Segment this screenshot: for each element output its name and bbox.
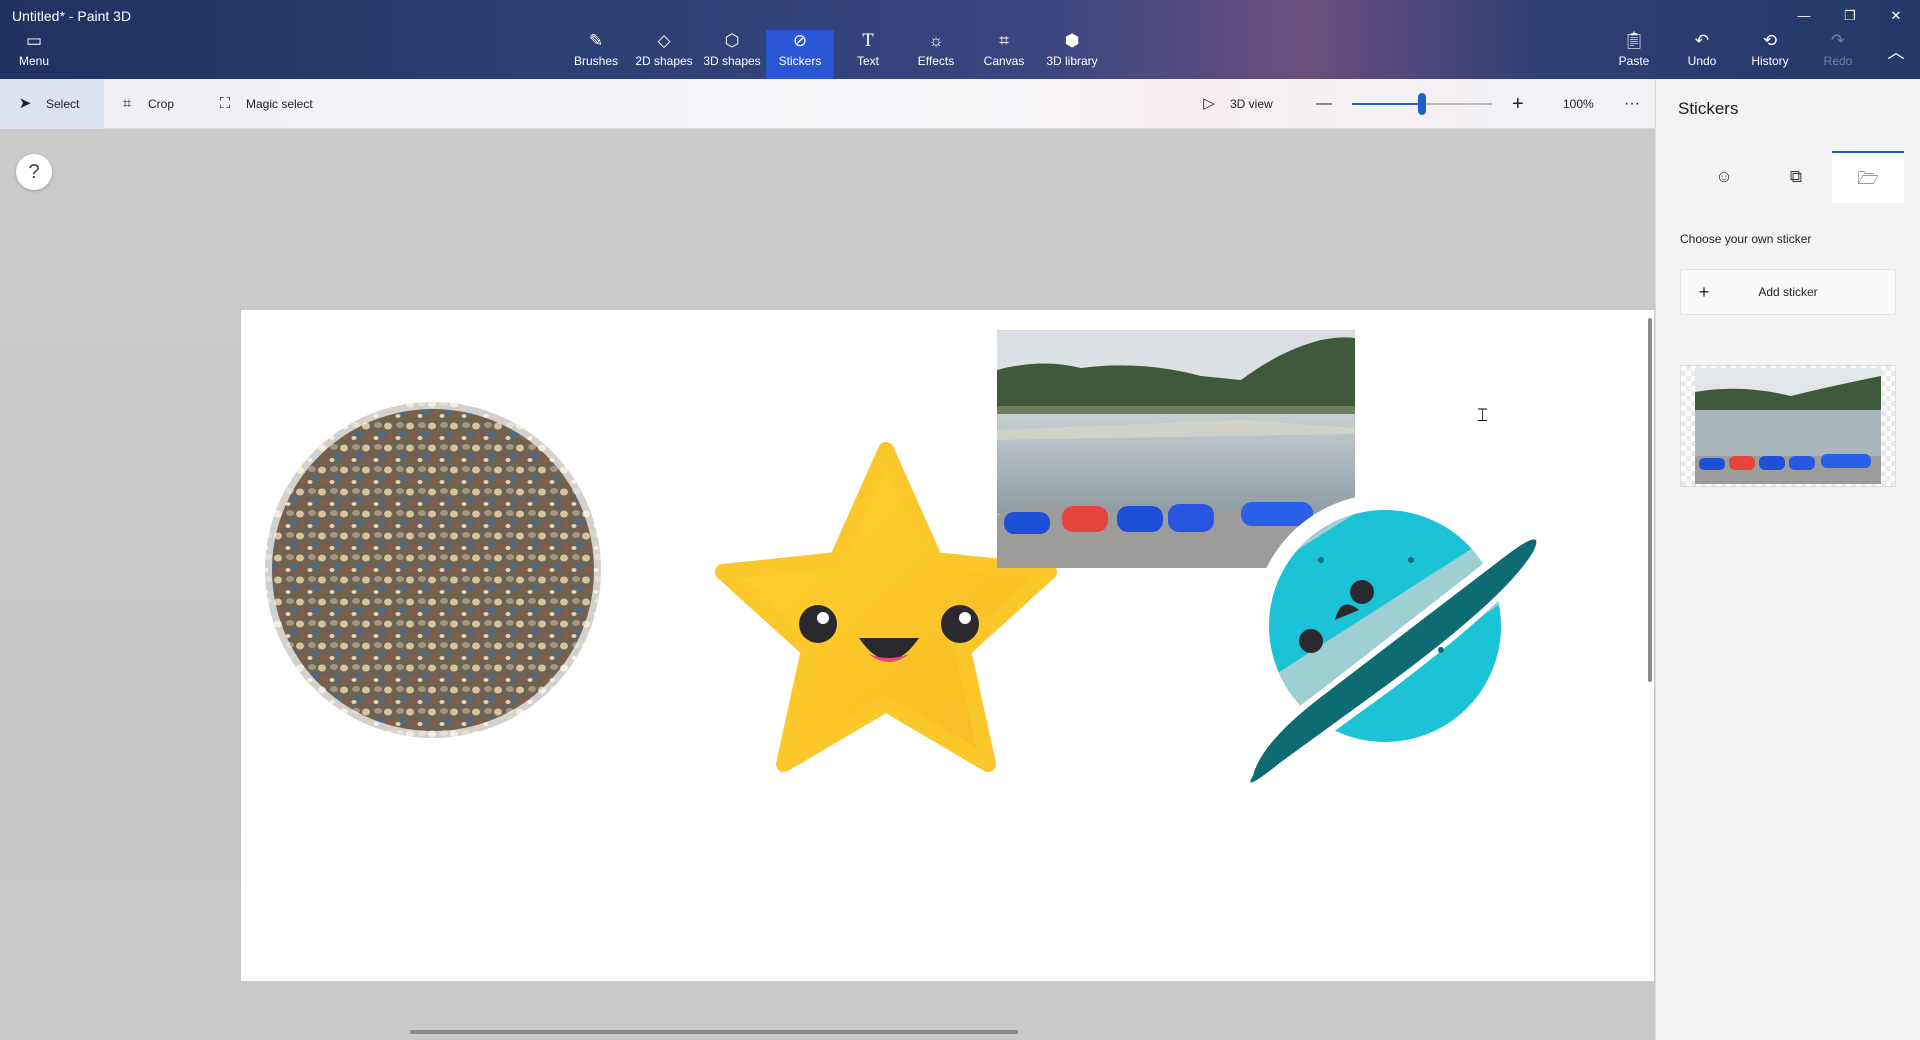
tool-3d-library[interactable]: ⬢ 3D library xyxy=(1042,30,1102,79)
tool-effects[interactable]: ☼ Effects xyxy=(908,30,964,79)
tool-brushes[interactable]: ✎ Brushes xyxy=(568,30,624,79)
3d-view-icon: ▷ xyxy=(1203,95,1215,112)
tool-2d-shapes[interactable]: ◇ 2D shapes xyxy=(634,30,694,79)
collapse-toolbar-button[interactable]: ︿ xyxy=(1880,30,1912,79)
canvas-content xyxy=(250,330,1546,793)
zoom-slider[interactable] xyxy=(1352,93,1492,115)
crop-icon: ⌗ xyxy=(122,95,132,112)
pebbles-sticker[interactable] xyxy=(250,387,616,753)
zoom-slider-fill xyxy=(1352,103,1422,105)
restore-button[interactable]: ❐ xyxy=(1832,6,1868,26)
redo-icon: ↷ xyxy=(1830,31,1846,50)
panel-title: Stickers xyxy=(1678,99,1739,118)
sun-icon: ☼ xyxy=(928,31,944,50)
tool-canvas[interactable]: ⌗ Canvas xyxy=(976,30,1032,79)
library-icon: ⬢ xyxy=(1064,31,1080,50)
vertical-scrollbar[interactable] xyxy=(1648,318,1652,682)
tool-stickers[interactable]: ⊘ Stickers xyxy=(766,30,834,79)
crop-tool[interactable]: ⌗ Crop xyxy=(118,79,174,129)
undo-button[interactable]: ↶ Undo xyxy=(1680,30,1724,79)
more-options-button[interactable]: ··· xyxy=(1624,79,1640,129)
close-button[interactable]: ✕ xyxy=(1878,6,1914,26)
2d-shapes-icon: ◇ xyxy=(657,31,671,50)
tool-3d-shapes[interactable]: ⬡ 3D shapes xyxy=(702,30,762,79)
brush-icon: ✎ xyxy=(588,31,604,50)
redo-button[interactable]: ↷ Redo xyxy=(1816,30,1860,79)
folder-icon: ▭ xyxy=(25,31,43,50)
mouse-cursor-icon: ⌶ xyxy=(1477,405,1488,425)
magic-select-icon: ⛶ xyxy=(219,95,231,112)
zoom-out-button[interactable]: — xyxy=(1316,79,1332,129)
add-sticker-button[interactable]: + Add sticker xyxy=(1680,269,1896,315)
cube-icon: ⬡ xyxy=(724,31,740,50)
sticker-icon: ⊘ xyxy=(792,31,808,50)
clipboard-icon: 📋︎ xyxy=(1623,31,1645,50)
texture-icon: ⧉ xyxy=(1789,167,1803,186)
arrow-cursor-icon: ➤ xyxy=(18,95,32,112)
menu-button[interactable]: ▭ Menu xyxy=(10,30,58,79)
zoom-level: 100% xyxy=(1563,97,1594,111)
help-button[interactable]: ? xyxy=(16,154,52,190)
paste-button[interactable]: 📋︎ Paste xyxy=(1612,30,1656,79)
sticker-face-icon: ☺ xyxy=(1715,167,1733,186)
window-title: Untitled* - Paint 3D xyxy=(12,8,132,24)
drawing-canvas[interactable] xyxy=(241,310,1654,981)
canvas-icon: ⌗ xyxy=(999,31,1009,50)
magic-select-tool[interactable]: ⛶ Magic select xyxy=(216,79,313,129)
folder-open-icon: 🗁 xyxy=(1857,169,1879,188)
horizontal-scrollbar[interactable] xyxy=(410,1030,1018,1034)
tab-textures[interactable]: ⧉ xyxy=(1760,151,1832,203)
tool-text[interactable]: T Text xyxy=(842,30,894,79)
history-button[interactable]: ⟲ History xyxy=(1746,30,1794,79)
stickers-panel: Stickers ☺ ⧉ 🗁 Choose your own sticker +… xyxy=(1655,79,1920,1040)
minimize-button[interactable]: — xyxy=(1786,6,1822,26)
text-icon: T xyxy=(862,31,874,51)
tab-stickers[interactable]: ☺ xyxy=(1688,151,1760,203)
title-toolbar-band: Untitled* - Paint 3D — ❐ ✕ ▭ Menu ✎ Brus… xyxy=(0,0,1920,79)
3d-view-toggle[interactable]: ▷ 3D view xyxy=(1200,79,1272,129)
tab-custom-stickers[interactable]: 🗁 xyxy=(1832,151,1904,203)
plus-icon: + xyxy=(1698,281,1710,302)
history-icon: ⟲ xyxy=(1762,31,1778,50)
zoom-in-button[interactable]: + xyxy=(1512,79,1524,129)
chevron-up-icon: ︿ xyxy=(1887,43,1905,62)
undo-icon: ↶ xyxy=(1694,31,1710,50)
thumbnail-image xyxy=(1695,368,1881,484)
zoom-slider-thumb[interactable] xyxy=(1418,93,1426,115)
add-sticker-label: Add sticker xyxy=(1758,285,1818,299)
custom-sticker-thumbnail[interactable] xyxy=(1680,365,1896,487)
choose-sticker-label: Choose your own sticker xyxy=(1680,232,1812,246)
select-tool[interactable]: ➤ Select xyxy=(0,79,104,129)
